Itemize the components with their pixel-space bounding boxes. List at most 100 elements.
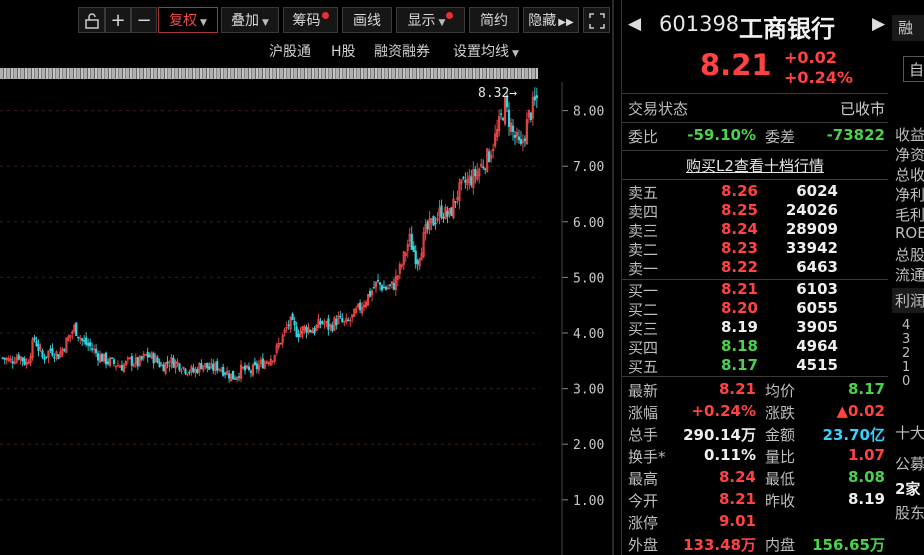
candle-body [243,365,247,371]
ask-row[interactable]: 卖一 8.22 6463 [622,258,888,278]
candle-body [533,96,536,101]
bid-row[interactable]: 买四 8.18 4964 [622,337,888,357]
level-volume: 4515 [796,356,838,374]
level-label: 卖三 [628,222,659,240]
candle-body [35,340,38,347]
ask-row[interactable]: 卖三 8.24 28909 [622,220,888,240]
finance-tab[interactable]: 融 [892,15,924,41]
candle-body [380,285,384,291]
ask-row[interactable]: 卖四 8.25 24026 [622,201,888,221]
unlock-icon[interactable] [78,7,105,33]
display-button[interactable]: 显示 ▼ [396,7,465,33]
bid-row[interactable]: 买三 8.19 3905 [622,318,888,338]
status-value: 已收市 [839,100,885,118]
buy-l2-link[interactable]: 购买L2查看十档行情 [686,157,824,175]
zoom-out-button[interactable]: − [131,7,157,33]
candle-body [434,222,437,225]
candle-body [212,363,215,371]
stat-row: 涨幅 +0.24% 涨跌 ▲0.02 [622,402,888,424]
panel-divider[interactable] [612,0,614,555]
profit-tab[interactable]: 利润 [892,288,924,313]
zoom-in-button[interactable]: + [105,7,131,33]
axis-tick: 2 [902,346,911,361]
stat-value: 8.24 [718,468,756,486]
candle-body [91,348,94,350]
level-volume: 4964 [796,337,838,355]
finance-item: 总股 [895,246,924,264]
chips-button[interactable]: 筹码 [283,7,338,33]
candle-body [319,321,322,325]
draw-line-button[interactable]: 画线 [342,7,392,33]
ask-row[interactable]: 卖五 8.26 6024 [622,182,888,202]
stat-value-2: 156.65万 [812,536,885,554]
bid-row[interactable]: 买二 8.20 6055 [622,299,888,319]
self-select-button[interactable]: 自 [903,56,924,82]
next-stock-icon[interactable]: ▶ [872,14,885,34]
level-label: 卖五 [628,184,659,202]
finance-item: 毛利 [895,206,924,224]
candle-body [200,363,203,370]
fuquan-button[interactable]: 复权 ▼ [158,7,218,33]
candle-body [57,354,60,360]
prev-stock-icon[interactable]: ◀ [628,14,641,34]
set-ma-link[interactable]: 设置均线 ▼ [453,41,519,61]
margin-link[interactable]: 融资融券 [374,41,430,61]
candle-body [339,315,342,318]
candle-body [484,168,487,170]
bid-row[interactable]: 买五 8.17 4515 [622,356,888,376]
last-price: 8.21 [700,48,772,82]
level-label: 买三 [628,320,659,338]
candle-body [106,361,110,364]
stat-value: +0.24% [691,402,756,420]
stat-label-2: 内盘 [765,536,796,554]
level-label: 买四 [628,339,659,357]
stat-label-2: 金额 [765,426,796,444]
hide-button[interactable]: 隐藏 ▶▶ [523,7,579,33]
candle-body [297,334,300,338]
stat-label: 涨停 [628,514,659,532]
candle-body [87,342,90,346]
candle-body [140,356,143,360]
obscured-legend-strip [0,68,538,79]
stat-value: 8.21 [718,380,756,398]
candle-body [21,357,24,362]
candle-body [162,364,165,372]
candle-body [293,320,296,326]
overlay-button[interactable]: 叠加 ▼ [221,7,279,33]
stat-label-2: 量比 [765,448,796,466]
candle-body [488,151,491,163]
candle-body [83,340,86,342]
candle-body [206,362,209,369]
candle-body [305,326,308,333]
separator [622,179,888,180]
notice-label: 公募 [895,455,924,473]
double-chevron-right-icon: ▶▶ [558,17,574,28]
simple-button[interactable]: 简约 [469,7,519,33]
candle-body [156,357,159,363]
y-tick-label: 1.00 [573,494,604,509]
max-price-label: 8.32→ [478,86,517,101]
fullscreen-icon[interactable] [583,7,610,33]
candle-body [96,353,100,361]
candle-body [11,361,14,364]
stat-value-2: 1.07 [847,446,885,464]
h-share-link[interactable]: H股 [331,41,356,61]
stat-label-2: 昨收 [765,492,796,510]
separator [622,376,888,377]
overlay-label: 叠加 [231,13,260,29]
stat-label: 最高 [628,470,659,488]
level-price: 8.20 [720,299,758,317]
ask-row[interactable]: 卖二 8.23 33942 [622,239,888,259]
kline-chart[interactable]: 8.00 7.00 6.00 5.00 4.00 3.00 2.00 1.00 8.32→ [0,82,612,555]
candle-body [152,353,155,364]
status-label: 交易状态 [628,100,689,118]
stat-row: 今开 8.21 昨收 8.19 [622,490,888,512]
candle-body [368,290,372,297]
stat-row: 涨停 9.01 [622,512,888,534]
stat-label-2: 均价 [765,382,796,400]
stock-code: 601398 [659,12,740,36]
bid-row[interactable]: 买一 8.21 6103 [622,280,888,300]
hgt-link[interactable]: 沪股通 [269,41,311,61]
candle-body [464,179,467,183]
candle-body [384,286,388,290]
